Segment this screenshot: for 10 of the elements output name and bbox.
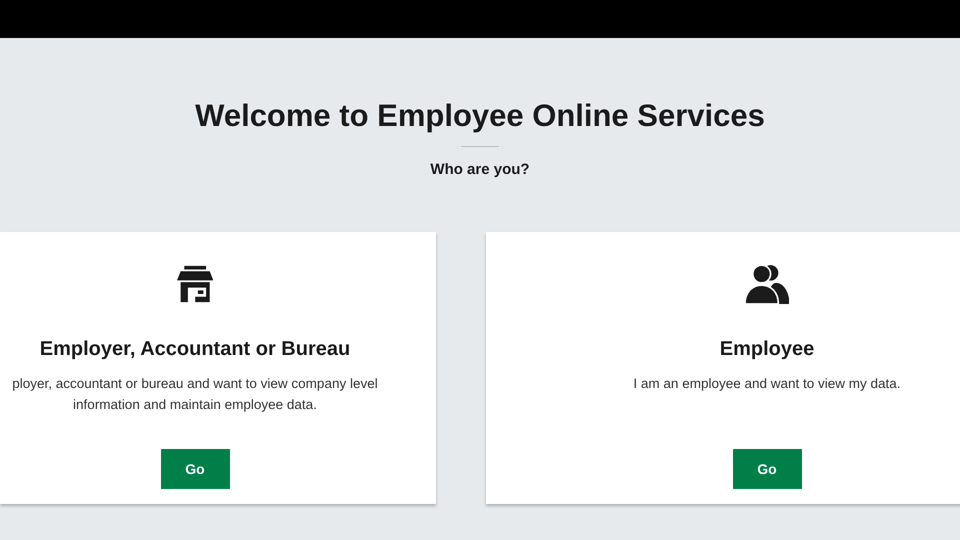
card-description: I am an employee and want to view my data. xyxy=(633,375,901,393)
page-title: Welcome to Employee Online Services xyxy=(195,97,765,135)
go-button[interactable]: Go xyxy=(732,449,802,489)
go-button[interactable]: Go xyxy=(160,449,230,489)
people-icon xyxy=(744,264,790,304)
store-icon xyxy=(176,264,214,304)
card-description: ployer, accountant or bureau and want to view company level information and maintain employee data. xyxy=(11,375,379,414)
subtitle: Who are you? xyxy=(430,161,530,178)
card-heading: Employer, Accountant or Bureau xyxy=(40,338,350,361)
card-heading: Employee xyxy=(720,338,814,361)
